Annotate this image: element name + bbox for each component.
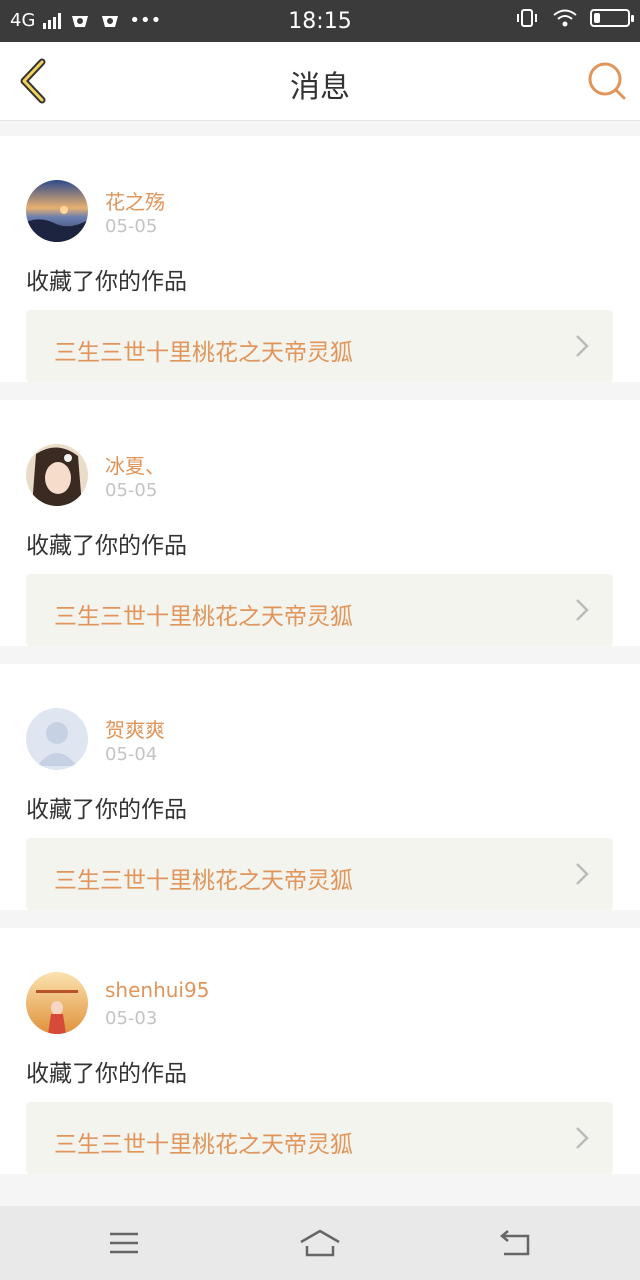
user-name[interactable]: 贺爽爽 [105,714,165,743]
work-link[interactable]: 三生三世十里桃花之天帝灵狐 [26,310,613,382]
user-name[interactable]: shenhui95 [105,978,209,1002]
work-link[interactable]: 三生三世十里桃花之天帝灵狐 [26,838,613,910]
user-name[interactable]: 冰夏、 [105,450,165,479]
work-title: 三生三世十里桃花之天帝灵狐 [54,340,353,366]
avatar[interactable] [26,180,88,242]
avatar[interactable] [26,972,88,1034]
message-item: 贺爽爽 05-04 收藏了你的作品 三生三世十里桃花之天帝灵狐 [0,664,640,910]
wifi-icon [553,9,577,27]
message-item: shenhui95 05-03 收藏了你的作品 三生三世十里桃花之天帝灵狐 [0,928,640,1174]
vibrate-icon [517,9,537,27]
message-list: 花之殇 05-05 收藏了你的作品 三生三世十里桃花之天帝灵狐 冰夏、 05-0… [0,136,640,1202]
work-title: 三生三世十里桃花之天帝灵狐 [54,604,353,630]
search-icon[interactable] [586,60,628,102]
message-date: 05-05 [105,480,158,501]
chevron-right-icon [576,599,589,621]
message-date: 05-04 [105,744,158,765]
work-title: 三生三世十里桃花之天帝灵狐 [54,1132,353,1158]
chevron-right-icon [576,863,589,885]
chevron-right-icon [576,1127,589,1149]
message-date: 05-05 [105,216,158,237]
system-nav-bar [0,1206,640,1280]
page-title: 消息 [290,70,350,105]
message-action: 收藏了你的作品 [26,533,187,559]
work-title: 三生三世十里桃花之天帝灵狐 [54,868,353,894]
menu-icon[interactable] [104,1226,144,1260]
message-action: 收藏了你的作品 [26,797,187,823]
message-action: 收藏了你的作品 [26,269,187,295]
avatar[interactable] [26,708,88,770]
message-date: 05-03 [105,1008,158,1029]
home-icon[interactable] [298,1226,342,1260]
status-bar: 4G ••• 18:15 [0,0,640,42]
battery-icon [590,9,634,27]
avatar[interactable] [26,444,88,506]
chevron-right-icon [576,335,589,357]
work-link[interactable]: 三生三世十里桃花之天帝灵狐 [26,1102,613,1174]
message-item: 冰夏、 05-05 收藏了你的作品 三生三世十里桃花之天帝灵狐 [0,400,640,646]
nav-bar: 消息 [0,42,640,121]
message-action: 收藏了你的作品 [26,1061,187,1087]
message-item: 花之殇 05-05 收藏了你的作品 三生三世十里桃花之天帝灵狐 [0,136,640,382]
work-link[interactable]: 三生三世十里桃花之天帝灵狐 [26,574,613,646]
status-right [514,9,634,27]
back-nav-icon[interactable] [496,1226,536,1260]
user-name[interactable]: 花之殇 [105,186,165,215]
